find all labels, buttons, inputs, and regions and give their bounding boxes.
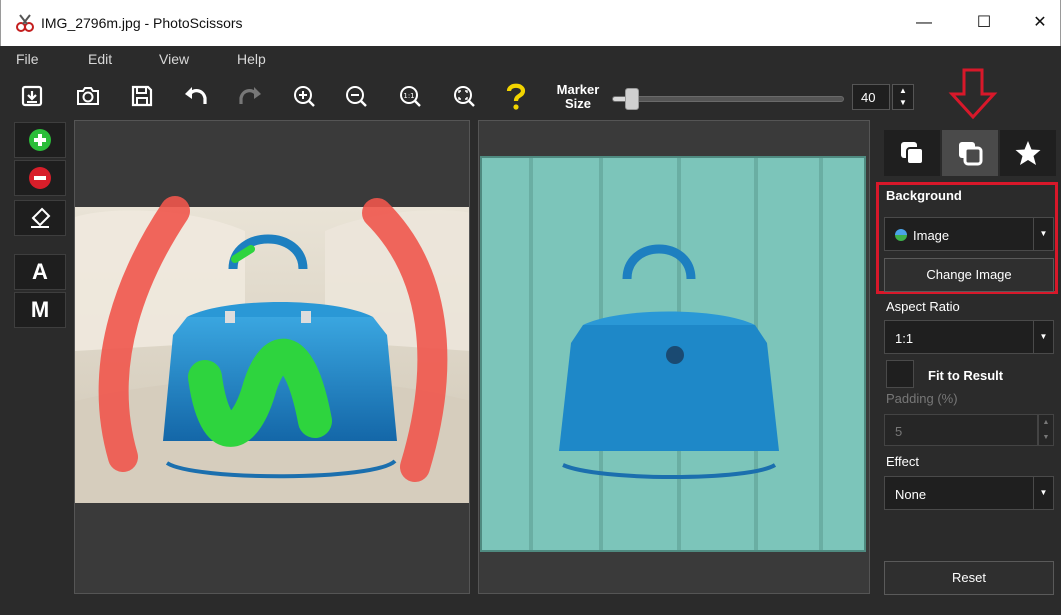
eraser-icon [31, 207, 51, 228]
zoom-out-icon [346, 86, 367, 107]
remove-minus-icon [29, 167, 51, 189]
menu-edit[interactable]: Edit [88, 51, 112, 67]
close-button[interactable]: ✕ [1025, 10, 1055, 36]
spin-up-icon[interactable]: ▲ [893, 85, 913, 97]
source-image [75, 196, 469, 503]
maximize-button[interactable]: ☐ [969, 10, 999, 36]
auto-mode-label: A [32, 259, 48, 284]
zoom-in-button[interactable] [288, 80, 320, 112]
background-heading: Background [886, 188, 962, 203]
marker-size-label: Marker Size [556, 82, 600, 111]
camera-button[interactable] [72, 80, 104, 112]
camera-icon [77, 87, 99, 105]
save-button[interactable] [126, 80, 158, 112]
zoom-out-button[interactable] [340, 80, 372, 112]
help-button[interactable] [500, 80, 532, 112]
layers-front-icon [901, 142, 924, 165]
menu-view[interactable]: View [159, 51, 189, 67]
tab-background[interactable] [942, 130, 998, 176]
open-button[interactable] [16, 80, 48, 112]
tool-column: A M [10, 120, 70, 600]
menu-bar: File Edit View Help [0, 46, 1061, 72]
result-canvas[interactable] [478, 120, 870, 594]
image-type-icon [895, 229, 907, 241]
spin-down-icon[interactable]: ▼ [1039, 430, 1053, 445]
redo-icon [239, 87, 261, 104]
source-canvas[interactable] [74, 120, 470, 594]
fit-to-result-checkbox[interactable] [886, 360, 914, 388]
chevron-down-icon: ▼ [1033, 321, 1053, 353]
help-question-icon [506, 83, 526, 110]
zoom-fit-button[interactable] [448, 80, 480, 112]
app-logo-icon [16, 14, 34, 32]
mark-foreground-button[interactable] [14, 122, 66, 158]
zoom-actual-button[interactable]: 1:1 [394, 80, 426, 112]
manual-mode-button[interactable]: M [14, 292, 66, 328]
padding-input[interactable]: 5 [884, 414, 1038, 446]
open-file-icon [21, 85, 43, 107]
manual-mode-label: M [30, 297, 50, 322]
result-image [480, 156, 866, 552]
effect-select[interactable]: None ▼ [884, 476, 1054, 510]
padding-label: Padding (%) [886, 391, 958, 406]
effect-value: None [895, 487, 927, 502]
svg-text:1:1: 1:1 [403, 92, 414, 100]
reset-button[interactable]: Reset [884, 561, 1054, 595]
change-image-button[interactable]: Change Image [884, 258, 1054, 292]
background-type-select[interactable]: Image ▼ [884, 217, 1054, 251]
annotation-arrow-icon [948, 68, 998, 120]
add-plus-icon [29, 129, 51, 151]
zoom-fit-icon [454, 86, 475, 107]
zoom-actual-size-icon: 1:1 [400, 86, 421, 107]
undo-button[interactable] [180, 80, 212, 112]
background-type-value: Image [913, 228, 950, 243]
undo-icon [185, 87, 207, 104]
chevron-down-icon: ▼ [1033, 477, 1053, 509]
fit-to-result-label: Fit to Result [928, 368, 1004, 383]
tab-foreground[interactable] [884, 130, 940, 176]
menu-help[interactable]: Help [237, 51, 266, 67]
marker-size-spinner[interactable]: ▲ ▼ [892, 84, 914, 110]
spin-down-icon[interactable]: ▼ [893, 97, 913, 109]
aspect-ratio-value: 1:1 [895, 331, 914, 346]
spin-up-icon[interactable]: ▲ [1039, 415, 1053, 430]
window-title: IMG_2796m.jpg - PhotoScissors [41, 15, 243, 31]
redo-button[interactable] [234, 80, 266, 112]
zoom-in-icon [294, 86, 315, 107]
title-bar: IMG_2796m.jpg - PhotoScissors — ☐ ✕ [0, 0, 1061, 46]
chevron-down-icon: ▼ [1033, 218, 1053, 250]
menu-file[interactable]: File [16, 51, 39, 67]
auto-mode-button[interactable]: A [14, 254, 66, 290]
aspect-ratio-select[interactable]: 1:1 ▼ [884, 320, 1054, 354]
eraser-button[interactable] [14, 200, 66, 236]
star-icon [1015, 141, 1041, 165]
mark-background-button[interactable] [14, 160, 66, 196]
tab-effects[interactable] [1000, 130, 1056, 176]
save-icon [131, 85, 153, 107]
layers-back-icon [959, 142, 983, 166]
marker-size-input[interactable]: 40 [852, 84, 890, 110]
minimize-button[interactable]: — [909, 10, 939, 36]
slider-thumb[interactable] [624, 88, 639, 110]
marker-size-slider[interactable] [612, 88, 844, 110]
padding-spinner[interactable]: ▲ ▼ [1038, 414, 1054, 446]
effect-label: Effect [886, 454, 920, 469]
aspect-ratio-label: Aspect Ratio [886, 299, 960, 314]
